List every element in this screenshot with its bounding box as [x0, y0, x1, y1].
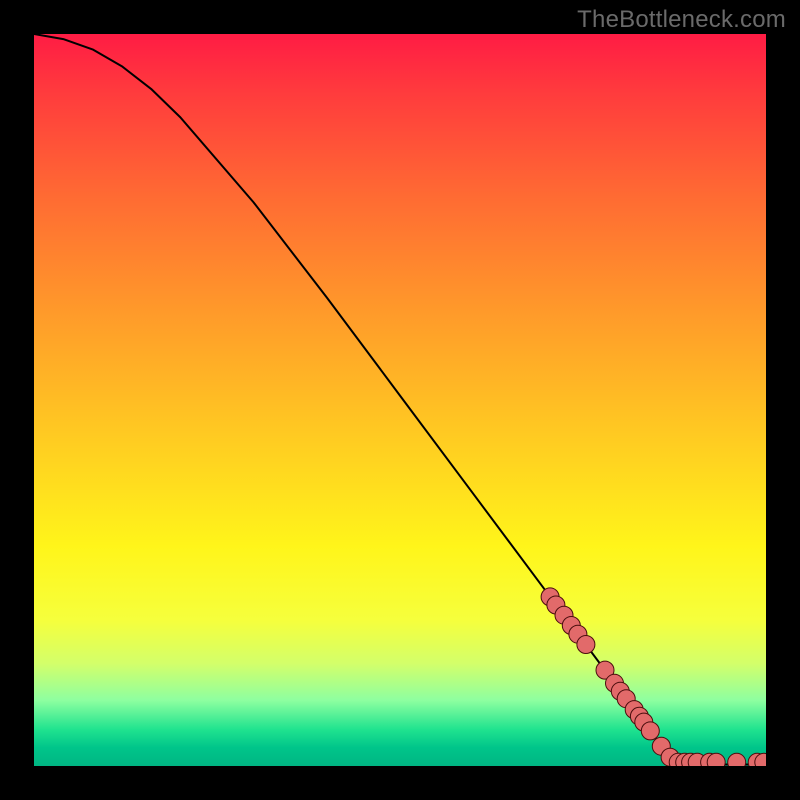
data-marker — [577, 636, 595, 654]
curve-line — [34, 34, 766, 765]
data-marker — [641, 722, 659, 740]
marker-group — [541, 588, 766, 766]
chart-svg-layer — [34, 34, 766, 766]
chart-frame: TheBottleneck.com — [0, 0, 800, 800]
data-marker — [707, 753, 725, 766]
data-marker — [728, 753, 746, 766]
plot-area — [34, 34, 766, 766]
attribution-label: TheBottleneck.com — [577, 6, 786, 34]
